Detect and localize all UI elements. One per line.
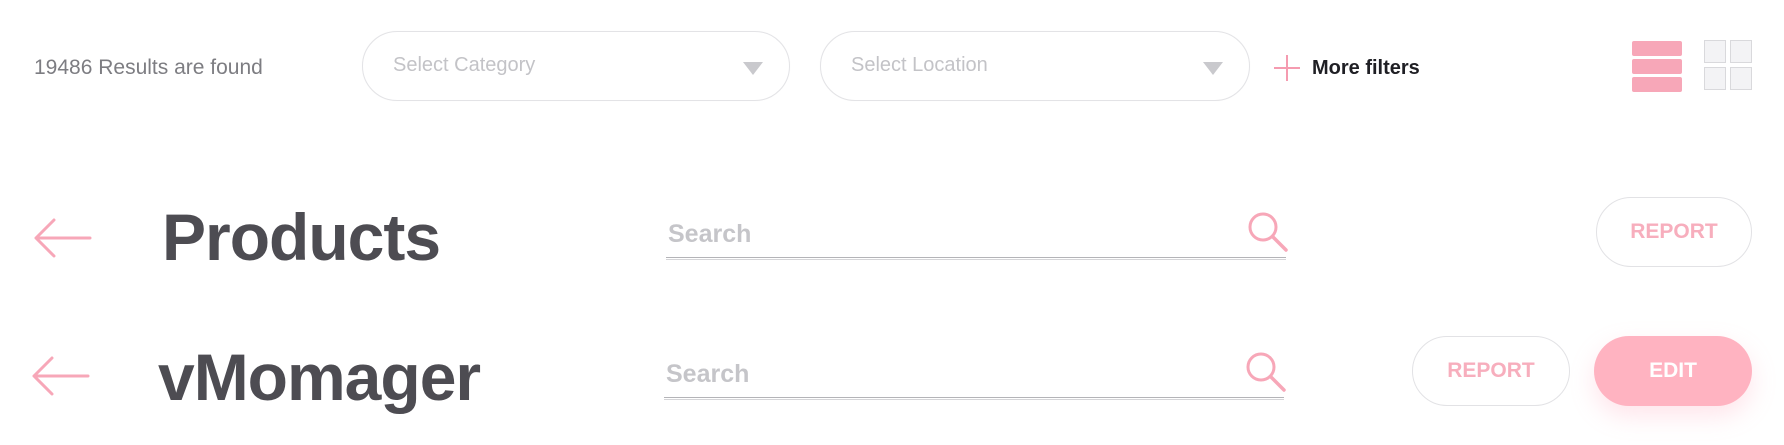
search-underline [664, 397, 1284, 400]
category-select-placeholder: Select Category [393, 54, 536, 76]
report-button[interactable]: REPORT [1412, 336, 1570, 406]
more-filters-label: More filters [1312, 56, 1420, 79]
back-arrow-icon[interactable] [32, 218, 92, 258]
search-icon[interactable] [1244, 350, 1288, 394]
page-title: vMomager [158, 340, 481, 414]
search-field[interactable] [666, 202, 1288, 262]
results-count: 19486 Results are found [34, 56, 263, 79]
search-input[interactable] [664, 356, 1228, 392]
edit-button[interactable]: EDIT [1594, 336, 1752, 406]
plus-icon [1274, 55, 1300, 81]
category-select[interactable]: Select Category [362, 31, 790, 101]
location-select[interactable]: Select Location [820, 31, 1250, 101]
search-icon[interactable] [1246, 210, 1290, 254]
back-arrow-icon[interactable] [30, 356, 90, 396]
list-view-icon[interactable] [1632, 40, 1682, 92]
search-underline [666, 257, 1286, 260]
search-input[interactable] [666, 216, 1230, 252]
more-filters-button[interactable]: More filters [1274, 50, 1420, 86]
search-field[interactable] [664, 342, 1286, 402]
grid-view-icon[interactable] [1704, 40, 1754, 92]
report-button[interactable]: REPORT [1596, 197, 1752, 267]
caret-down-icon [1203, 62, 1223, 75]
caret-down-icon [743, 62, 763, 75]
location-select-placeholder: Select Location [851, 54, 988, 76]
page-title: Products [162, 200, 441, 274]
